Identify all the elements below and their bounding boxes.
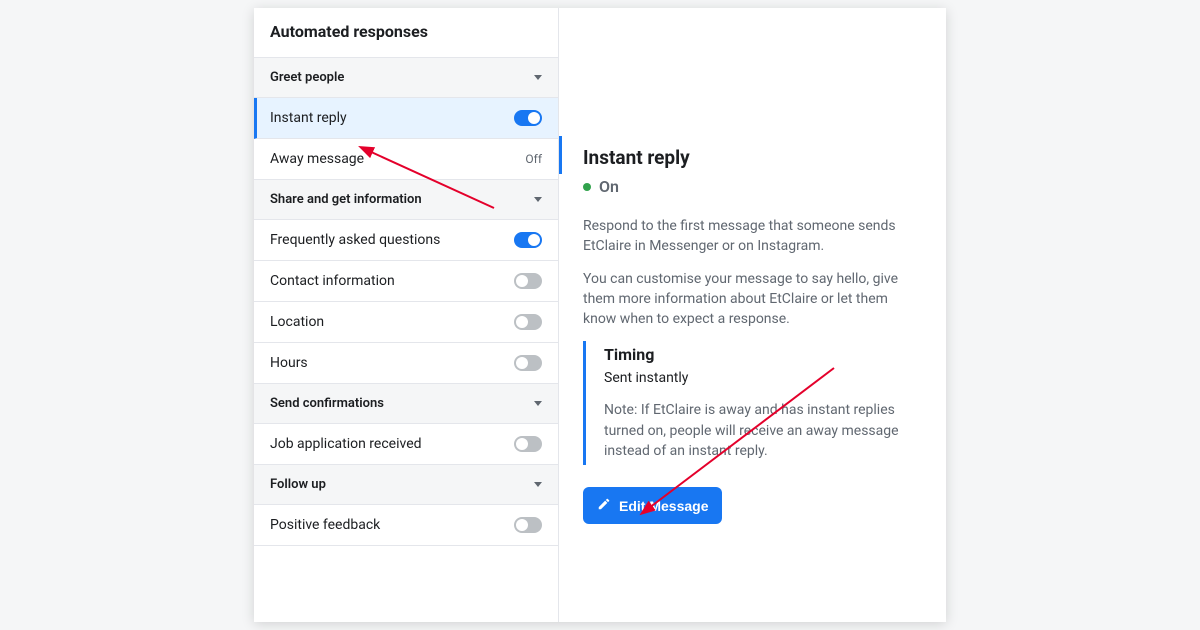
status-row: On bbox=[583, 177, 922, 196]
row-label: Instant reply bbox=[270, 110, 347, 126]
section-greet-people[interactable]: Greet people bbox=[254, 58, 558, 98]
sidebar-item-away-message[interactable]: Away message Off bbox=[254, 139, 558, 180]
row-label: Contact information bbox=[270, 273, 395, 289]
timing-note: Note: If EtClaire is away and has instan… bbox=[604, 400, 922, 461]
sidebar-item-hours[interactable]: Hours bbox=[254, 343, 558, 384]
description-2: You can customise your message to say he… bbox=[583, 269, 922, 330]
section-follow-up[interactable]: Follow up bbox=[254, 465, 558, 505]
sidebar-item-job-app[interactable]: Job application received bbox=[254, 424, 558, 465]
pencil-icon bbox=[597, 497, 611, 514]
toggle-faq[interactable] bbox=[514, 232, 542, 248]
section-label: Send confirmations bbox=[270, 396, 384, 411]
toggle-hours[interactable] bbox=[514, 355, 542, 371]
chevron-down-icon bbox=[534, 197, 542, 202]
description-1: Respond to the first message that someon… bbox=[583, 216, 922, 257]
detail-pane: Instant reply On Respond to the first me… bbox=[559, 8, 946, 622]
timing-card: Timing Sent instantly Note: If EtClaire … bbox=[583, 341, 922, 465]
row-label: Location bbox=[270, 314, 324, 330]
timing-subtext: Sent instantly bbox=[604, 370, 922, 386]
edit-button-label: Edit Message bbox=[619, 498, 708, 514]
sidebar-item-instant-reply[interactable]: Instant reply bbox=[254, 98, 558, 139]
row-label: Hours bbox=[270, 355, 308, 371]
section-share-info[interactable]: Share and get information bbox=[254, 180, 558, 220]
sidebar-title: Automated responses bbox=[254, 8, 558, 58]
edit-message-button[interactable]: Edit Message bbox=[583, 487, 722, 524]
detail-title: Instant reply bbox=[583, 146, 922, 169]
toggle-location[interactable] bbox=[514, 314, 542, 330]
sidebar-item-positive-feedback[interactable]: Positive feedback bbox=[254, 505, 558, 546]
section-label: Greet people bbox=[270, 70, 344, 85]
status-label: On bbox=[599, 177, 619, 196]
accent-bar bbox=[559, 136, 562, 174]
section-send-confirmations[interactable]: Send confirmations bbox=[254, 384, 558, 424]
status-dot-icon bbox=[583, 183, 591, 191]
toggle-contact-info[interactable] bbox=[514, 273, 542, 289]
row-label: Job application received bbox=[270, 436, 422, 452]
toggle-positive-feedback[interactable] bbox=[514, 517, 542, 533]
status-text-off: Off bbox=[525, 152, 542, 166]
chevron-down-icon bbox=[534, 482, 542, 487]
left-sidebar: Automated responses Greet people Instant… bbox=[254, 8, 559, 622]
section-label: Follow up bbox=[270, 477, 326, 492]
sidebar-item-faq[interactable]: Frequently asked questions bbox=[254, 220, 558, 261]
section-label: Share and get information bbox=[270, 192, 422, 207]
chevron-down-icon bbox=[534, 75, 542, 80]
toggle-instant-reply[interactable] bbox=[514, 110, 542, 126]
row-label: Frequently asked questions bbox=[270, 232, 440, 248]
toggle-job-app[interactable] bbox=[514, 436, 542, 452]
row-label: Positive feedback bbox=[270, 517, 380, 533]
settings-panel: Automated responses Greet people Instant… bbox=[254, 8, 946, 622]
timing-title: Timing bbox=[604, 345, 922, 364]
sidebar-item-location[interactable]: Location bbox=[254, 302, 558, 343]
sidebar-item-contact-info[interactable]: Contact information bbox=[254, 261, 558, 302]
row-label: Away message bbox=[270, 151, 364, 167]
chevron-down-icon bbox=[534, 401, 542, 406]
